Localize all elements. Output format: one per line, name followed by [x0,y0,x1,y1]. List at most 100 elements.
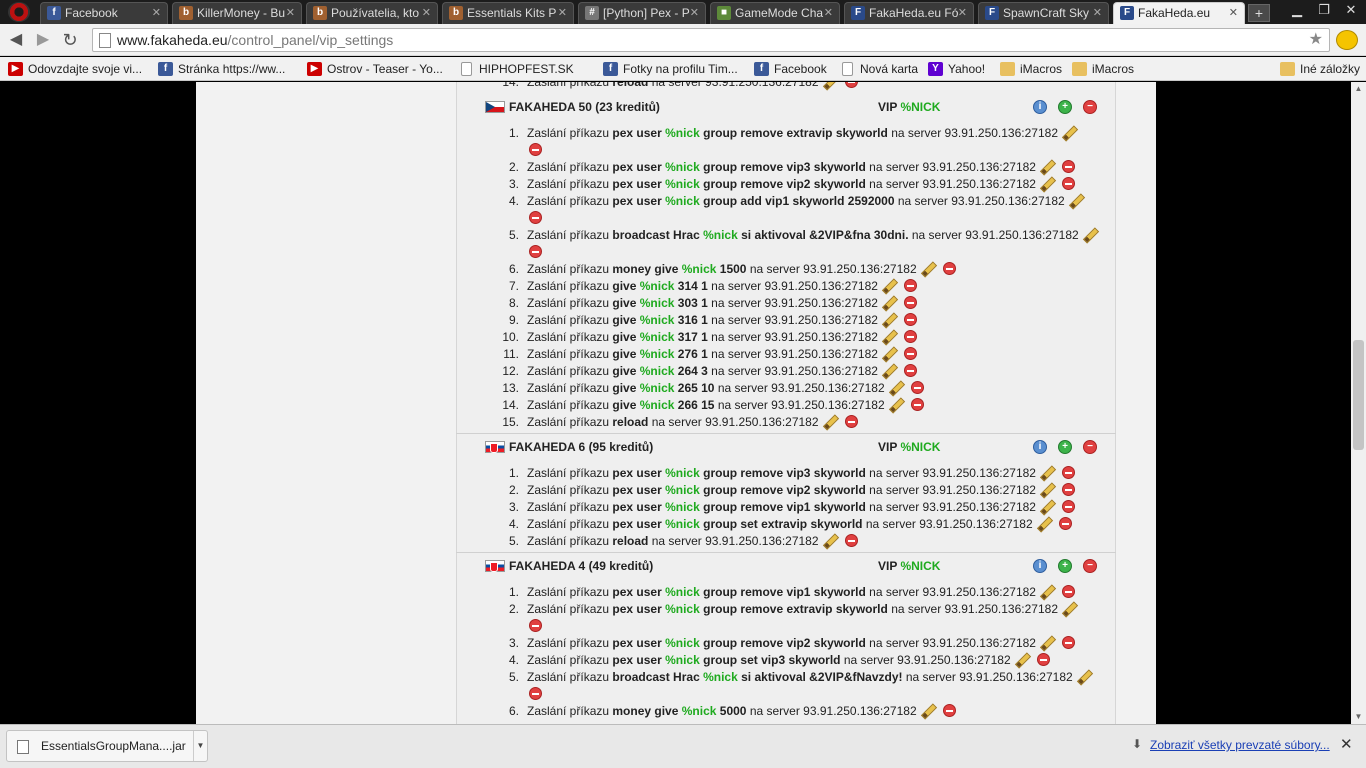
reload-icon[interactable]: ↻ [59,29,81,51]
remove-icon[interactable] [903,364,917,377]
remove-icon[interactable] [1061,160,1075,173]
back-arrow-icon[interactable]: ◀ [5,29,27,51]
tab-4[interactable]: b Essentials Kits P ✕ [442,2,574,24]
close-tab-icon[interactable]: ✕ [558,3,567,23]
url-text[interactable]: www.fakaheda.eu/control_panel/vip_settin… [117,29,393,51]
download-filename[interactable]: EssentialsGroupMana....jar [41,731,186,761]
bookmark-item[interactable]: iMacros [1072,61,1134,77]
edit-pencil-icon[interactable] [921,262,935,276]
edit-pencil-icon[interactable] [1077,670,1091,684]
remove-icon[interactable] [903,279,917,292]
scroll-up-icon[interactable]: ▲ [1351,82,1366,96]
forward-arrow-icon[interactable]: ▶ [32,29,54,51]
bookmark-item[interactable]: Y Yahoo! [928,61,985,77]
edit-pencil-icon[interactable] [1015,653,1029,667]
edit-pencil-icon[interactable] [823,415,837,429]
edit-pencil-icon[interactable] [889,398,903,412]
tab-2[interactable]: b KillerMoney - Bu ✕ [172,2,302,24]
edit-pencil-icon[interactable] [1040,500,1054,514]
edit-pencil-icon[interactable] [889,381,903,395]
close-tab-icon[interactable]: ✕ [152,3,161,23]
close-tab-icon[interactable]: ✕ [422,3,431,23]
edit-pencil-icon[interactable] [882,364,896,378]
download-item[interactable]: EssentialsGroupMana....jar ▼ [6,730,208,762]
edit-pencil-icon[interactable] [823,534,837,548]
remove-icon[interactable] [1061,500,1075,513]
close-tab-icon[interactable]: ✕ [958,3,967,23]
remove-icon[interactable] [1061,585,1075,598]
bookmark-item[interactable]: HIPHOPFEST.SK [459,61,574,77]
remove-icon[interactable] [1036,653,1050,666]
edit-pencil-icon[interactable] [882,279,896,293]
edit-pencil-icon[interactable] [921,704,935,718]
remove-icon[interactable] [942,262,956,275]
delete-icon[interactable]: − [1083,559,1097,573]
edit-pencil-icon[interactable] [882,296,896,310]
scrollbar-thumb[interactable] [1353,340,1364,450]
chevron-down-icon[interactable]: ▼ [193,731,207,761]
remove-icon[interactable] [910,381,924,394]
tab-3[interactable]: b Používatelia, kto ✕ [306,2,438,24]
edit-pencil-icon[interactable] [1040,466,1054,480]
edit-pencil-icon[interactable] [1040,636,1054,650]
edit-pencil-icon[interactable] [1040,177,1054,191]
remove-icon[interactable] [844,534,858,547]
tab-8[interactable]: F SpawnCraft Sky ✕ [978,2,1109,24]
close-tab-icon[interactable]: ✕ [286,3,295,23]
bookmark-item[interactable]: iMacros [1000,61,1062,77]
scrollbar[interactable]: ▲ ▼ [1351,82,1366,724]
add-icon[interactable]: + [1058,559,1072,573]
edit-pencil-icon[interactable] [882,347,896,361]
edit-pencil-icon[interactable] [882,313,896,327]
remove-icon[interactable] [903,296,917,309]
maximize-icon[interactable]: ❐ [1311,0,1337,22]
bookmark-item[interactable]: f Facebook [754,61,827,77]
bookmark-item[interactable]: Iné záložky [1280,61,1360,77]
edit-pencil-icon[interactable] [1062,126,1076,140]
close-tab-icon[interactable]: ✕ [824,3,833,23]
remove-icon[interactable] [529,687,542,700]
edit-pencil-icon[interactable] [823,82,837,89]
edit-pencil-icon[interactable] [1037,517,1051,531]
edit-pencil-icon[interactable] [1083,228,1097,242]
extension-icon[interactable] [1336,30,1358,50]
close-window-icon[interactable]: ✕ [1338,0,1364,22]
edit-pencil-icon[interactable] [1069,194,1083,208]
remove-icon[interactable] [903,347,917,360]
bookmark-star-icon[interactable]: ★ [1309,29,1323,51]
bookmark-item[interactable]: f Fotky na profilu Tim... [603,61,738,77]
remove-icon[interactable] [1061,466,1075,479]
remove-icon[interactable] [529,245,542,258]
new-tab-button[interactable]: + [1248,4,1270,22]
bookmark-item[interactable]: Nová karta [840,61,918,77]
remove-icon[interactable] [1061,177,1075,190]
delete-icon[interactable]: − [1083,440,1097,454]
remove-icon[interactable] [910,398,924,411]
edit-pencil-icon[interactable] [1040,483,1054,497]
tab-1[interactable]: f Facebook ✕ [40,2,168,24]
edit-pencil-icon[interactable] [1062,602,1076,616]
close-tab-icon[interactable]: ✕ [1093,3,1102,23]
info-icon[interactable]: i [1033,559,1047,573]
edit-pencil-icon[interactable] [1040,160,1054,174]
remove-icon[interactable] [529,619,542,632]
edit-pencil-icon[interactable] [1040,585,1054,599]
browser-logo-icon[interactable] [8,2,30,22]
bookmark-item[interactable]: ▶ Ostrov - Teaser - Yo... [307,61,443,77]
remove-icon[interactable] [1061,483,1075,496]
minimize-icon[interactable]: ▁ [1284,0,1310,22]
remove-icon[interactable] [844,415,858,428]
tab-6[interactable]: ■ GameMode Cha ✕ [710,2,840,24]
tab-5[interactable]: # [Python] Pex - P ✕ [578,2,706,24]
edit-pencil-icon[interactable] [882,330,896,344]
bookmark-item[interactable]: ▶ Odovzdajte svoje vi... [8,61,142,77]
add-icon[interactable]: + [1058,100,1072,114]
info-icon[interactable]: i [1033,440,1047,454]
remove-icon[interactable] [1058,517,1072,530]
delete-icon[interactable]: − [1083,100,1097,114]
remove-icon[interactable] [529,143,542,156]
info-icon[interactable]: i [1033,100,1047,114]
show-all-downloads-link[interactable]: Zobraziť všetky prevzaté súbory... [1150,738,1330,752]
close-icon[interactable]: ✕ [1340,735,1353,753]
tab-7[interactable]: F FakaHeda.eu Fó ✕ [844,2,974,24]
